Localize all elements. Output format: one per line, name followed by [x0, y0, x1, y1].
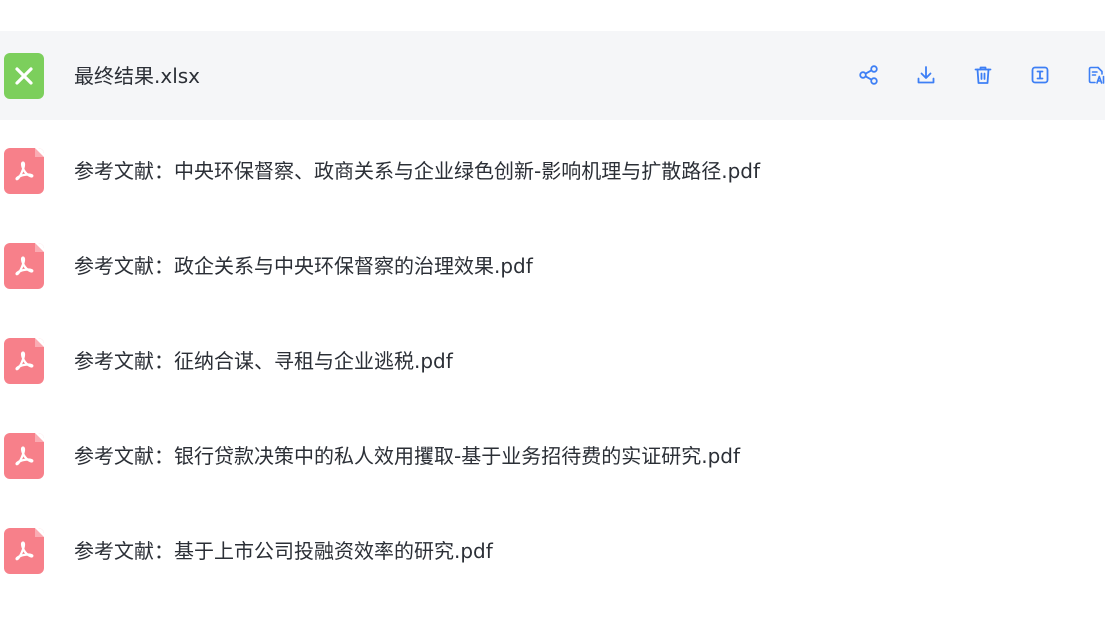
file-name: 参考文献：中央环保督察、政商关系与企业绿色创新-影响机理与扩散路径.pdf — [74, 159, 761, 183]
pdf-file-icon — [4, 528, 44, 574]
trash-icon[interactable] — [970, 62, 996, 88]
file-name: 最终结果.xlsx — [74, 64, 201, 88]
download-icon[interactable] — [913, 62, 939, 88]
list-item[interactable]: 参考文献：基于上市公司投融资效率的研究.pdf — [0, 506, 1105, 595]
pdf-file-icon — [4, 243, 44, 289]
file-name: 参考文献：基于上市公司投融资效率的研究.pdf — [74, 539, 493, 563]
pdf-file-icon — [4, 148, 44, 194]
file-list: 最终结果.xlsx 参考文献：中央环保督察、政商关系与企业绿色创新-影响机理与扩… — [0, 31, 1105, 601]
share-icon[interactable] — [856, 62, 882, 88]
list-item[interactable]: 参考文献：中央环保督察、政商关系与企业绿色创新-影响机理与扩散路径.pdf — [0, 126, 1105, 215]
list-item[interactable]: 最终结果.xlsx — [0, 31, 1105, 120]
row-actions — [856, 62, 1105, 88]
list-item[interactable]: 参考文献：征纳合谋、寻租与企业逃税.pdf — [0, 316, 1105, 405]
pdf-file-icon — [4, 338, 44, 384]
excel-file-icon — [4, 53, 44, 99]
file-name: 参考文献：征纳合谋、寻租与企业逃税.pdf — [74, 349, 453, 373]
list-item[interactable]: 参考文献：银行贷款决策中的私人效用攫取-基于业务招待费的实证研究.pdf — [0, 411, 1105, 500]
file-name: 参考文献：银行贷款决策中的私人效用攫取-基于业务招待费的实证研究.pdf — [74, 444, 741, 468]
pdf-file-icon — [4, 433, 44, 479]
text-extract-icon[interactable] — [1027, 62, 1053, 88]
ai-translate-icon[interactable] — [1084, 62, 1105, 88]
file-name: 参考文献：政企关系与中央环保督察的治理效果.pdf — [74, 254, 533, 278]
list-item[interactable]: 参考文献：政企关系与中央环保督察的治理效果.pdf — [0, 221, 1105, 310]
